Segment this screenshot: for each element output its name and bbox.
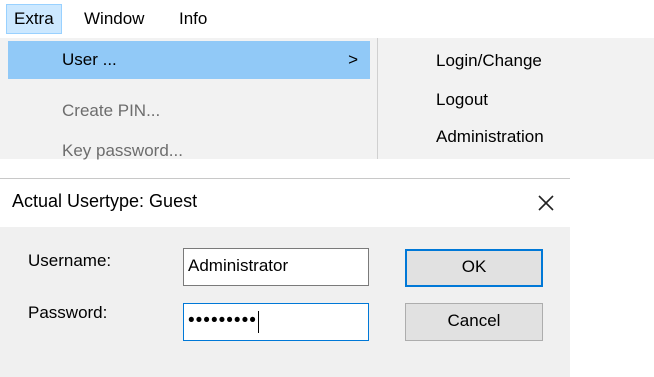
submenu-item-administration[interactable]: Administration bbox=[378, 119, 654, 155]
submenu-item-login-change[interactable]: Login/Change bbox=[378, 43, 654, 79]
submenu-item-login-change-label: Login/Change bbox=[436, 51, 542, 70]
menu-item-create-pin: Create PIN... bbox=[8, 92, 370, 130]
password-value: ••••••••• bbox=[188, 310, 257, 331]
username-field[interactable]: Administrator bbox=[183, 248, 369, 286]
dialog-titlebar: Actual Usertype: Guest bbox=[0, 179, 570, 227]
submenu-arrow-icon: > bbox=[348, 50, 358, 69]
close-icon[interactable] bbox=[530, 187, 562, 219]
menu-item-key-password: Key password... bbox=[8, 132, 370, 170]
password-label: Password: bbox=[28, 303, 108, 322]
menu-info[interactable]: Info bbox=[172, 4, 214, 34]
password-field[interactable]: ••••••••• bbox=[183, 303, 369, 341]
menu-extra[interactable]: Extra bbox=[6, 4, 62, 34]
ok-button[interactable]: OK bbox=[405, 249, 543, 287]
user-submenu: Login/Change Logout Administration bbox=[378, 38, 654, 159]
username-label: Username: bbox=[28, 251, 112, 270]
extra-dropdown-menu: User ... > Create PIN... Key password... bbox=[0, 38, 378, 160]
menu-window[interactable]: Window bbox=[77, 4, 151, 34]
login-dialog: Actual Usertype: Guest Username: Adminis… bbox=[0, 178, 570, 377]
text-caret bbox=[257, 310, 259, 333]
dialog-title: Actual Usertype: Guest bbox=[12, 191, 198, 211]
menu-bar: Extra Window Info bbox=[0, 0, 654, 38]
menu-item-user[interactable]: User ... > bbox=[8, 41, 370, 79]
submenu-item-administration-label: Administration bbox=[436, 127, 544, 146]
menu-item-key-password-label: Key password... bbox=[62, 141, 183, 160]
menu-item-user-label: User ... bbox=[62, 50, 117, 69]
submenu-item-logout[interactable]: Logout bbox=[378, 82, 654, 118]
submenu-item-logout-label: Logout bbox=[436, 90, 488, 109]
menu-item-create-pin-label: Create PIN... bbox=[62, 101, 161, 120]
cancel-button[interactable]: Cancel bbox=[405, 303, 543, 341]
